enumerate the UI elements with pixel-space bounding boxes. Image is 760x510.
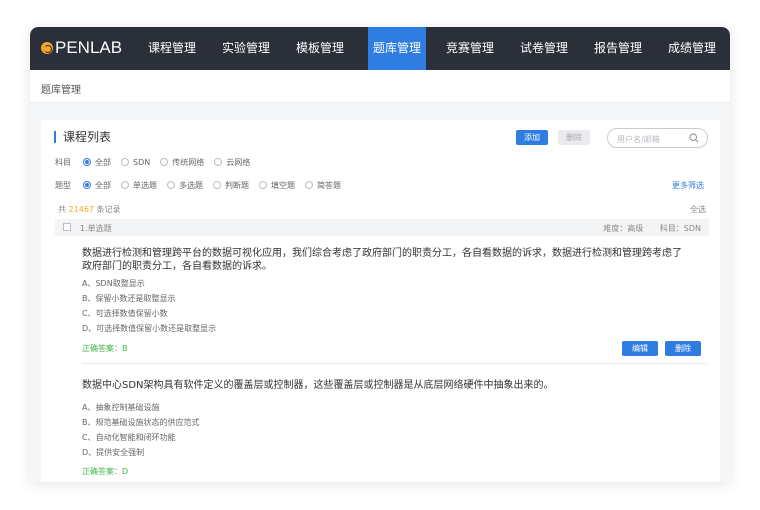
- question-1-text-line-2: 政府部门的职责分工，各自看数据的诉求。: [82, 261, 272, 272]
- subject-option-all[interactable]: 全部: [83, 157, 111, 168]
- radio-icon: [305, 181, 313, 189]
- nav-item-lab[interactable]: 实验管理: [217, 27, 275, 70]
- radio-checked-icon: [83, 158, 91, 166]
- question-list-card: 课程列表 添加 删除 用户名/邮箱 科目 全部 SDN 传统网络 云网络 题型 …: [41, 120, 720, 482]
- logo[interactable]: PENLAB: [41, 38, 122, 58]
- question-1-text-line-1: 数据进行检测和管理跨平台的数据可视化应用，我们综合考虑了政府部门的职责分工，各自…: [82, 248, 682, 259]
- question-2-option-d: D、提供安全强制: [82, 448, 145, 457]
- radio-icon: [167, 181, 175, 189]
- divider: [82, 363, 707, 364]
- question-type: 1.单选题: [80, 224, 112, 233]
- nav-item-question-bank[interactable]: 题库管理: [368, 27, 426, 70]
- question-meta: 难度：高级 科目：SDN: [589, 223, 701, 234]
- nav-item-grades[interactable]: 成绩管理: [663, 27, 721, 70]
- nav-item-report[interactable]: 报告管理: [589, 27, 647, 70]
- edit-button[interactable]: 编辑: [622, 341, 658, 356]
- qtype-filter: 题型 全部 单选题 多选题 判断题 填空题 简答题: [55, 179, 351, 191]
- record-count-number: 21467: [68, 205, 94, 214]
- more-filter-link[interactable]: 更多筛选: [672, 180, 704, 191]
- top-navigation: PENLAB 课程管理 实验管理 模板管理 题库管理 竞赛管理 试卷管理 报告管…: [30, 27, 730, 70]
- qtype-option-judge[interactable]: 判断题: [213, 180, 249, 191]
- add-button[interactable]: 添加: [516, 130, 548, 145]
- question-header: 1.单选题 难度：高级 科目：SDN: [55, 219, 709, 236]
- question-checkbox[interactable]: [63, 223, 71, 231]
- qtype-option-fill[interactable]: 填空题: [259, 180, 295, 191]
- qtype-option-multiple[interactable]: 多选题: [167, 180, 203, 191]
- question-2-text: 数据中心SDN架构具有软件定义的覆盖层或控制器，这些覆盖层或控制器是从底层网络硬…: [82, 380, 554, 391]
- radio-icon: [259, 181, 267, 189]
- search-placeholder: 用户名/邮箱: [617, 135, 660, 144]
- record-count: 共 21467 条记录: [58, 205, 121, 214]
- remove-button[interactable]: 删除: [665, 341, 701, 356]
- nav-item-template[interactable]: 模板管理: [291, 27, 349, 70]
- app-window: PENLAB 课程管理 实验管理 模板管理 题库管理 竞赛管理 试卷管理 报告管…: [30, 27, 730, 482]
- question-2-option-a: A、抽象控制基础设施: [82, 403, 160, 412]
- nav-item-competition[interactable]: 竞赛管理: [441, 27, 499, 70]
- nav-item-exam-paper[interactable]: 试卷管理: [515, 27, 573, 70]
- radio-icon: [121, 158, 129, 166]
- subject-option-cloud[interactable]: 云网络: [214, 157, 250, 168]
- search-icon[interactable]: [689, 133, 699, 143]
- question-difficulty: 难度：高级: [603, 224, 644, 233]
- qtype-option-all[interactable]: 全部: [83, 180, 111, 191]
- logo-icon: [41, 42, 53, 54]
- delete-button[interactable]: 删除: [558, 130, 590, 145]
- nav-item-course[interactable]: 课程管理: [143, 27, 201, 70]
- radio-icon: [213, 181, 221, 189]
- subject-filter: 科目 全部 SDN 传统网络 云网络: [55, 156, 260, 168]
- question-2-answer: 正确答案：D: [82, 467, 129, 476]
- radio-checked-icon: [83, 181, 91, 189]
- question-1-option-d: D、可选择数值保留小数还是取整显示: [82, 324, 217, 333]
- question-subject: 科目：SDN: [659, 224, 701, 233]
- subject-filter-label: 科目: [55, 157, 71, 167]
- qtype-option-single[interactable]: 单选题: [121, 180, 157, 191]
- qtype-filter-label: 题型: [55, 180, 71, 190]
- page-title: 题库管理: [41, 85, 81, 96]
- qtype-option-short-answer[interactable]: 简答题: [305, 180, 341, 191]
- subject-option-sdn[interactable]: SDN: [121, 158, 150, 167]
- radio-icon: [121, 181, 129, 189]
- breadcrumb: 题库管理: [30, 70, 730, 103]
- select-all-link[interactable]: 全选: [690, 204, 706, 215]
- question-2-option-c: C、自动化智能和闭环功能: [82, 433, 176, 442]
- question-2-option-b: B、规范基础设施状态的供应范式: [82, 418, 200, 427]
- card-title: 课程列表: [54, 131, 111, 143]
- logo-text: PENLAB: [55, 38, 123, 57]
- radio-icon: [214, 158, 223, 166]
- search-input[interactable]: 用户名/邮箱: [607, 128, 708, 148]
- question-1-option-b: B、保留小数还是取整显示: [82, 294, 176, 303]
- question-1-answer: 正确答案：B: [82, 344, 128, 353]
- question-1-option-a: A、SDN取整显示: [82, 279, 145, 288]
- radio-icon: [160, 158, 169, 166]
- subject-option-traditional[interactable]: 传统网络: [160, 157, 204, 168]
- question-1-option-c: C、可选择数值保留小数: [82, 309, 168, 318]
